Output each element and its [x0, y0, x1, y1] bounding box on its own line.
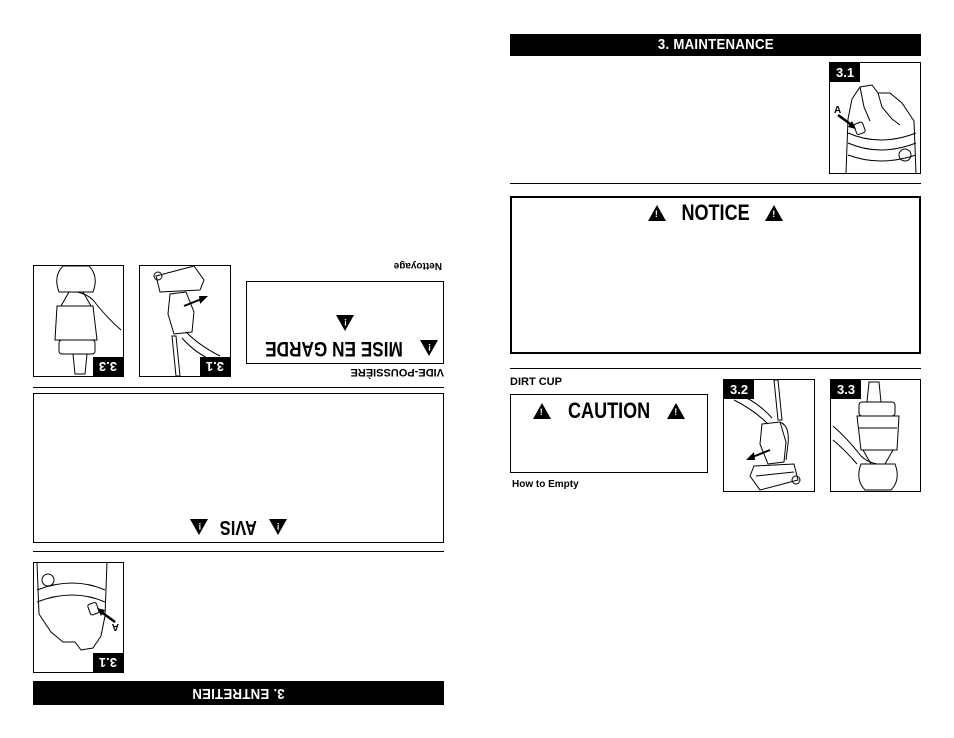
warning-triangle-icon [420, 339, 439, 356]
section-header-entretien: 3. ENTRETIEN [33, 681, 444, 705]
vide-poussiere-heading: VIDE-POUSSIÈRE [350, 366, 444, 378]
nettoyage-label: Nettoyage [393, 260, 442, 271]
figure-label: 3.3 [92, 357, 123, 376]
figure-label: 3.1 [199, 357, 230, 376]
french-page: 3. ENTRETIEN 3.1 A AVIS VIDE-POUSSIÈ [0, 0, 954, 738]
section-header-text: 3. ENTRETIEN [192, 685, 285, 702]
figure-3-1-fr: 3.1 A [33, 562, 124, 673]
warning-triangle-icon [268, 519, 287, 536]
figure-vacuum-release-fr: 3.1 [139, 265, 231, 377]
avis-title-text: AVIS [219, 516, 258, 539]
figure-3-3-fr: 3.3 [33, 265, 124, 377]
mise-en-garde-box: MISE EN GARDE [246, 281, 444, 364]
figure-label: 3.1 [92, 653, 123, 672]
divider [33, 551, 444, 552]
mise-en-garde-title-text: MISE EN GARDE [265, 336, 403, 360]
callout-a: A [111, 621, 119, 632]
divider [33, 387, 444, 388]
mise-en-garde-title: MISE EN GARDE [247, 312, 443, 360]
avis-box: AVIS [33, 393, 444, 543]
warning-triangle-icon [190, 519, 209, 536]
warning-triangle-icon [336, 315, 354, 332]
avis-title: AVIS [34, 515, 443, 540]
